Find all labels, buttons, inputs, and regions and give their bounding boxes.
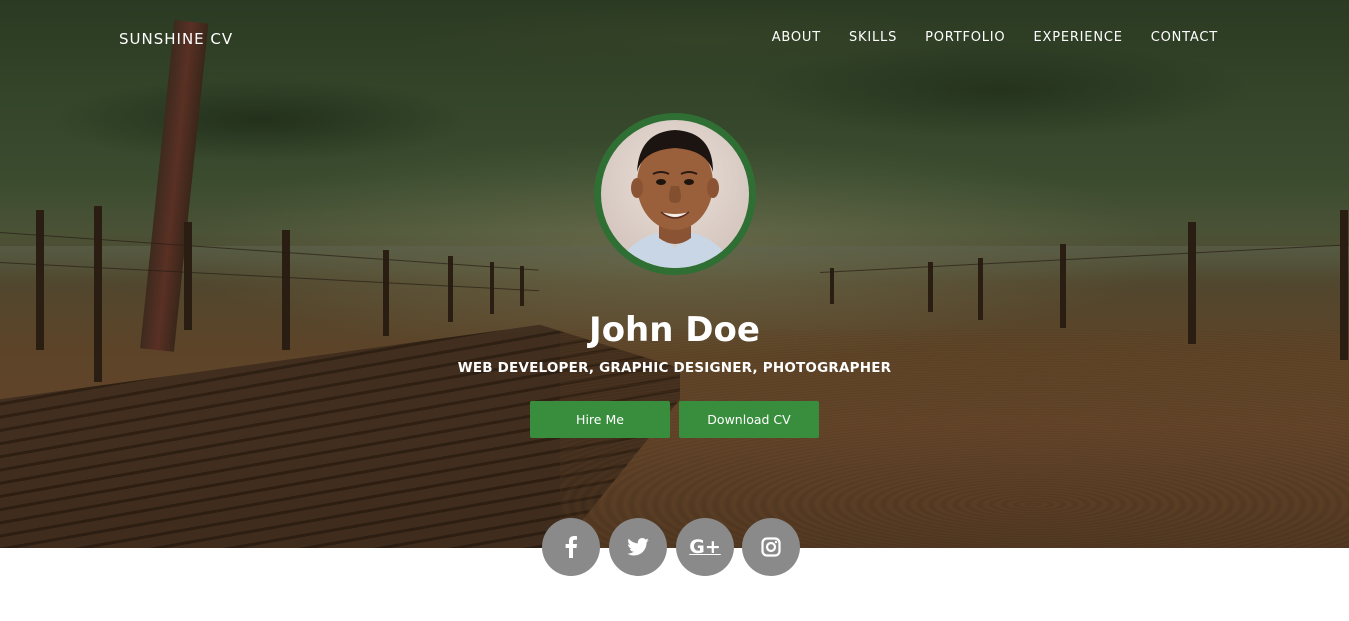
avatar-portrait	[615, 130, 735, 268]
fence-post	[520, 266, 524, 306]
avatar-ring	[594, 113, 756, 275]
google-plus-button[interactable]: G+	[676, 518, 734, 576]
brand-logo[interactable]: SUNSHINE CV	[119, 30, 233, 48]
fence-post	[928, 262, 933, 312]
fence-post	[94, 206, 102, 382]
google-plus-icon: G+	[689, 536, 721, 558]
nav-about[interactable]: ABOUT	[772, 30, 821, 45]
profile-title: WEB DEVELOPER, GRAPHIC DESIGNER, PHOTOGR…	[457, 360, 892, 376]
instagram-icon	[761, 537, 781, 557]
nav-skills[interactable]: SKILLS	[849, 30, 897, 45]
instagram-button[interactable]	[742, 518, 800, 576]
avatar	[601, 120, 749, 268]
download-cv-button[interactable]: Download CV	[679, 401, 819, 438]
nav-experience[interactable]: EXPERIENCE	[1033, 30, 1122, 45]
facebook-button[interactable]	[542, 518, 600, 576]
fence-post	[830, 268, 834, 304]
facebook-icon	[565, 536, 577, 558]
twitter-button[interactable]	[609, 518, 667, 576]
profile-name: John Doe	[589, 310, 760, 350]
hire-me-button[interactable]: Hire Me	[530, 401, 670, 438]
hero-section: SUNSHINE CV ABOUT SKILLS PORTFOLIO EXPER…	[0, 0, 1349, 548]
nav-portfolio[interactable]: PORTFOLIO	[925, 30, 1005, 45]
nav-contact[interactable]: CONTACT	[1151, 30, 1218, 45]
twitter-icon	[627, 538, 649, 556]
main-nav: ABOUT SKILLS PORTFOLIO EXPERIENCE CONTAC…	[744, 30, 1218, 45]
